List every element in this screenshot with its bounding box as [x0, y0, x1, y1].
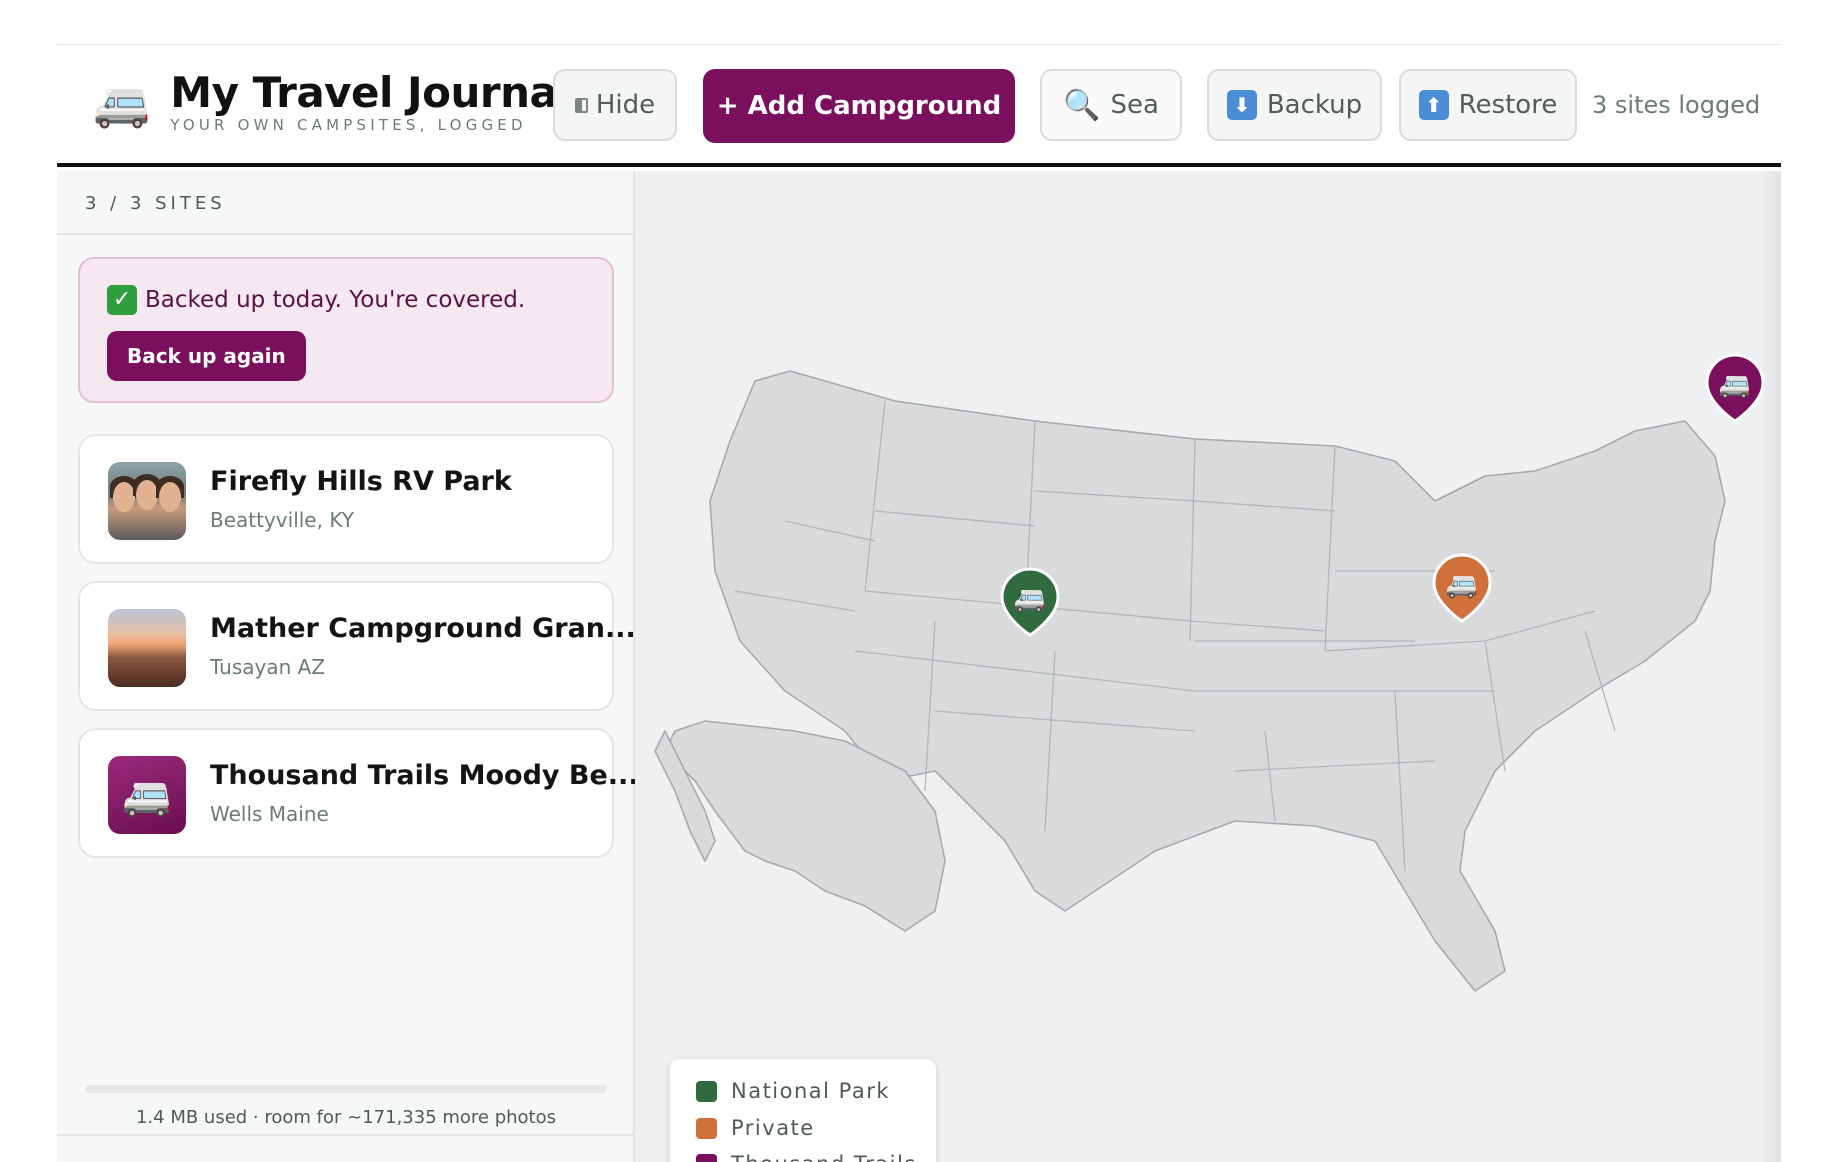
photo-detail	[113, 482, 135, 512]
hide-label: Hide	[595, 90, 656, 120]
site-location: Tusayan AZ	[210, 655, 326, 679]
photo-detail	[136, 480, 158, 510]
search-button[interactable]: 🔍 Sea	[1040, 69, 1182, 141]
photo-detail	[159, 482, 181, 512]
camper-van-icon: 🚐	[1446, 570, 1478, 600]
upload-arrow-icon: ⬆	[1418, 90, 1449, 120]
legend-swatch	[696, 1080, 717, 1102]
site-name: Firefly Hills RV Park	[210, 466, 512, 497]
app-header: 🚐 My Travel Journal YOUR OWN CAMPSITES, …	[57, 45, 1781, 167]
map-pins: 🚐 🚐 🚐	[1000, 353, 1765, 637]
divider	[57, 1134, 633, 1136]
site-location: Wells Maine	[210, 802, 329, 826]
pin-private[interactable]: 🚐	[1432, 553, 1492, 623]
camper-van-icon: 🚐	[108, 756, 186, 834]
backup-notice: ✓ Backed up today. You're covered. Back …	[78, 257, 614, 403]
brand-text: My Travel Journal YOUR OWN CAMPSITES, LO…	[170, 68, 572, 135]
pin-national-park[interactable]: 🚐	[1000, 567, 1060, 637]
backup-label: Backup	[1266, 90, 1363, 120]
backup-message: ✓ Backed up today. You're covered.	[107, 285, 525, 315]
backup-button[interactable]: ⬇ Backup	[1207, 69, 1382, 141]
site-count: 3 / 3 SITES	[85, 193, 226, 214]
brand: 🚐 My Travel Journal YOUR OWN CAMPSITES, …	[93, 68, 572, 135]
site-location: Beattyville, KY	[210, 508, 354, 532]
legend-label: Private	[731, 1116, 815, 1140]
search-label: Sea	[1110, 90, 1159, 120]
check-icon: ✓	[107, 285, 137, 315]
back-up-again-button[interactable]: Back up again	[107, 331, 306, 381]
sites-logged-count: 3 sites logged	[1592, 91, 1761, 119]
legend-swatch	[696, 1153, 717, 1162]
search-icon: 🔍	[1063, 87, 1101, 123]
storage-usage-text: 1.4 MB used · room for ~171,335 more pho…	[135, 1107, 557, 1128]
restore-label: Restore	[1458, 90, 1558, 120]
divider	[57, 233, 633, 235]
site-thumbnail-photo	[108, 609, 186, 687]
camper-van-icon: 🚐	[93, 75, 151, 130]
site-thumbnail-photo	[108, 462, 186, 540]
sidebar-toggle-icon	[574, 97, 588, 113]
restore-button[interactable]: ⬆ Restore	[1399, 69, 1577, 141]
site-name: Thousand Trails Moody Be...	[210, 760, 639, 791]
app-subtitle: YOUR OWN CAMPSITES, LOGGED	[170, 116, 527, 135]
storage-usage-bar	[85, 1085, 607, 1093]
legend-item: Private	[696, 1116, 815, 1140]
map-edge-shadow	[1761, 171, 1781, 1162]
legend-item: Thousand Trails	[696, 1152, 917, 1162]
pin-thousand-trails[interactable]: 🚐	[1705, 353, 1765, 423]
app-title: My Travel Journal	[170, 68, 572, 117]
site-card[interactable]: Firefly Hills RV Park Beattyville, KY	[78, 434, 614, 564]
legend-item: National Park	[696, 1079, 890, 1103]
site-card[interactable]: Mather Campground Gran... Tusayan AZ	[78, 581, 636, 711]
add-campground-label: + Add Campground	[716, 91, 1002, 121]
camper-van-icon: 🚐	[1719, 370, 1751, 400]
site-card[interactable]: 🚐 Thousand Trails Moody Be... Wells Main…	[78, 728, 639, 858]
legend-label: National Park	[731, 1079, 891, 1103]
download-arrow-icon: ⬇	[1226, 90, 1257, 120]
campground-map[interactable]: 🚐 🚐 🚐 National Park Private Thousand Tra…	[635, 171, 1781, 1162]
hide-sidebar-button[interactable]: Hide	[553, 69, 677, 141]
legend-swatch	[696, 1117, 717, 1139]
camper-van-icon: 🚐	[1014, 584, 1046, 614]
legend-label: Thousand Trails	[731, 1152, 917, 1162]
map-legend: National Park Private Thousand Trails	[670, 1059, 936, 1162]
site-name: Mather Campground Gran...	[210, 613, 636, 644]
sidebar: 3 / 3 SITES ✓ Backed up today. You're co…	[57, 171, 639, 1162]
backup-message-text: Backed up today. You're covered.	[145, 287, 526, 313]
add-campground-button[interactable]: + Add Campground	[703, 69, 1015, 143]
